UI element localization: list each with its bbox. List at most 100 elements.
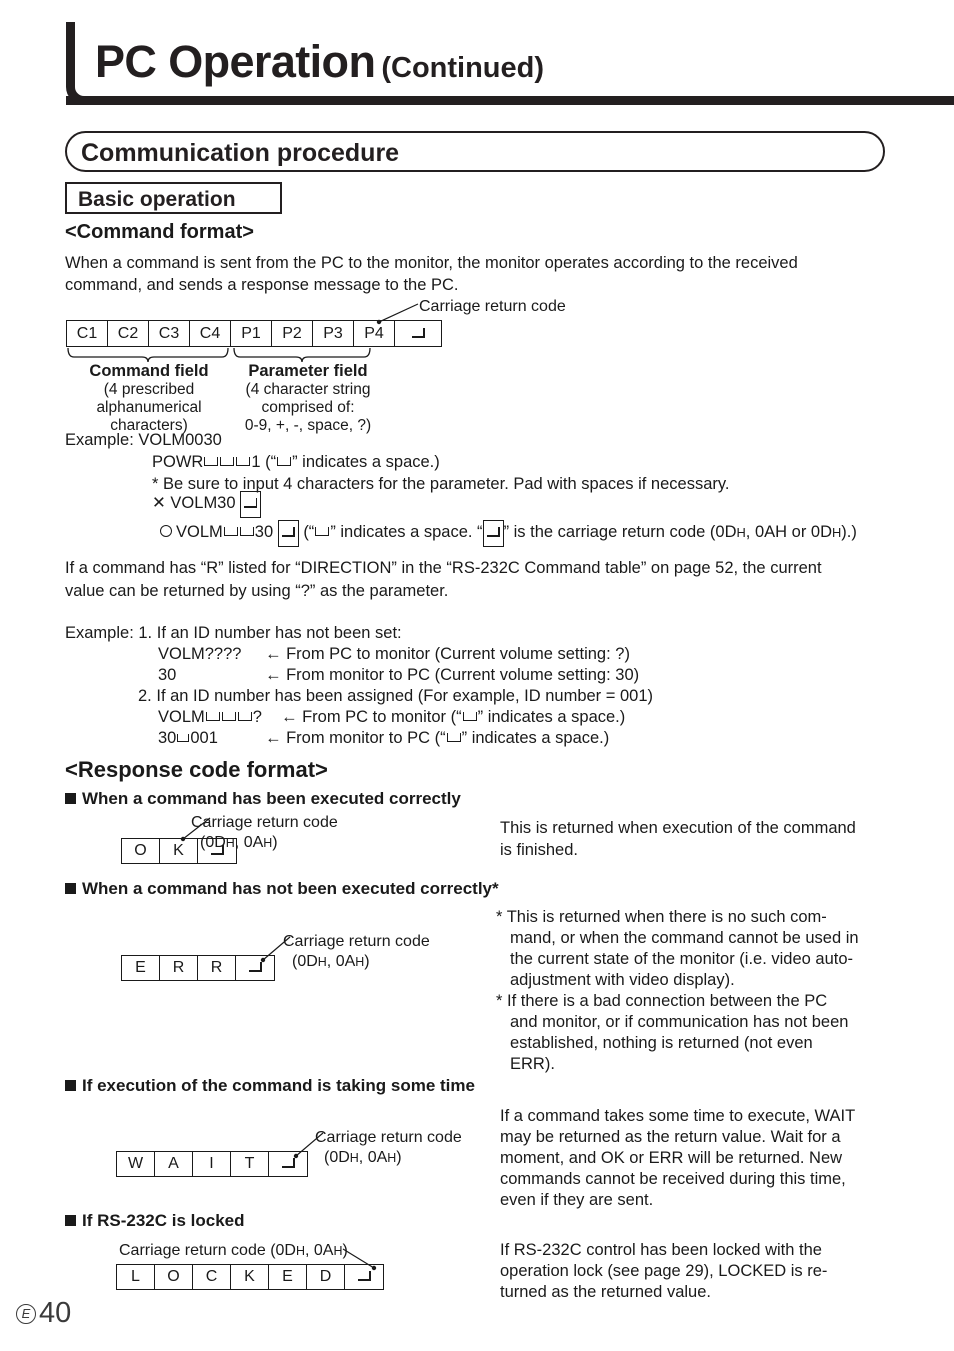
bad-example-value: VOLM30 (170, 494, 236, 512)
square-bullet-icon (65, 1215, 76, 1226)
response-section-title-locked: If RS-232C is locked (65, 1211, 245, 1231)
header-rule (66, 96, 954, 105)
ok-cell-o: O (122, 839, 160, 863)
powr-tail: ” indicates a space.) (292, 453, 440, 471)
wait-callout-hex-c: ) (396, 1149, 402, 1166)
good-mid: 30 (254, 523, 274, 541)
space-icon (204, 457, 219, 466)
square-bullet-icon (65, 883, 76, 894)
page-number: 40 (39, 1297, 72, 1329)
powr-suffix: 1 (“ (251, 453, 277, 471)
frame-cell-carriage-return (395, 321, 441, 346)
carriage-return-boxed-icon (277, 520, 299, 547)
response-box-err: E R R (121, 955, 275, 981)
page-title: PC Operation (Continued) (95, 36, 544, 88)
err-desc-line8: ERR). (510, 1055, 555, 1073)
good-prefix: VOLM (176, 523, 223, 541)
example-label: Example: (65, 431, 134, 449)
err-desc-line3: the current state of the monitor (i.e. v… (510, 950, 854, 968)
section-title-text: If execution of the command is taking so… (82, 1076, 475, 1095)
frame-cell-p1: P1 (231, 321, 272, 346)
wait-callout-line1: Carriage return code (315, 1129, 462, 1146)
command-format-intro-line2: command, and sends a response message to… (65, 276, 459, 294)
parameter-field-title: Parameter field (248, 362, 368, 380)
ok-desc-line2: is finished. (500, 841, 578, 859)
powr-example-line: POWR 1 (“ ” indicates a space.) (152, 451, 440, 473)
good-example-line: VOLM 30 (“ ” indicates a space. “ ” is the … (160, 519, 857, 547)
square-bullet-icon (65, 1080, 76, 1091)
id-example-row2-desc: ← From monitor to PC (Current volume set… (265, 666, 640, 684)
id-example-row2-cmd: 30 (158, 666, 177, 684)
response-format-heading: <Response code format> (65, 757, 328, 782)
err-desc-line5: * If there is a bad connection between t… (496, 992, 828, 1010)
err-desc-line1: * This is returned when there is no such… (496, 908, 827, 926)
parameter-field-line2: comprised of: (261, 399, 355, 416)
frame-cell-c2: C2 (108, 321, 149, 346)
good-mark-icon (160, 525, 172, 537)
wait-desc-line5: even if they are sent. (500, 1191, 654, 1209)
command-format-heading: <Command format> (65, 221, 254, 243)
wait-cell-carriage-return (269, 1152, 307, 1176)
space-icon (205, 712, 220, 721)
id-example-row1-desc: ← From PC to monitor (Current volume set… (265, 645, 630, 663)
carriage-return-boxed-icon (240, 491, 262, 518)
good-tail-1: (“ (303, 523, 315, 541)
id-example-item1-number: 1. (138, 624, 153, 642)
err-cell-e: E (122, 956, 160, 980)
id-example-item2-text: If an ID number has been assigned (For e… (156, 687, 653, 705)
command-field-title: Command field (89, 362, 209, 380)
good-tail-5: ).) (841, 523, 857, 541)
locked-cell-o: O (155, 1265, 193, 1289)
space-icon (177, 734, 190, 742)
locked-desc-line3: turned as the returned value. (500, 1283, 711, 1301)
locked-cell-c: C (193, 1265, 231, 1289)
space-icon (446, 733, 461, 742)
section-title-text: If RS-232C is locked (82, 1211, 245, 1230)
good-tail-3: ” is the carriage return code (0D (503, 523, 737, 541)
id-example-row4-cmd: 30 001 (158, 727, 218, 749)
ok-cell-k: K (160, 839, 198, 863)
row3-cmd-suffix: ? (252, 708, 262, 726)
row3-desc-a: ← From PC to monitor (“ (281, 708, 462, 726)
space-icon (236, 457, 251, 466)
space-icon (221, 712, 236, 721)
locked-callout-text: Carriage return code (0D (119, 1242, 296, 1259)
err-callout-line2: (0DH, 0AH) (292, 953, 370, 970)
frame-cell-p4: P4 (354, 321, 395, 346)
ok-desc-line1: This is returned when execution of the c… (500, 819, 856, 837)
id-example-heading: Example: 1. If an ID number has not been… (65, 622, 402, 644)
good-tail-4: , 0AH or 0D (745, 523, 832, 541)
err-desc-line6: and monitor, or if communication has not… (510, 1013, 849, 1031)
space-icon (220, 457, 235, 466)
id-example-row1-cmd: VOLM???? (158, 645, 242, 663)
wait-cell-w: W (117, 1152, 155, 1176)
err-callout-hex-c: ) (364, 953, 370, 970)
space-icon (239, 527, 254, 536)
row4-desc-b: ” indicates a space.) (461, 729, 610, 747)
command-field-line2: alphanumerical (96, 399, 202, 416)
wait-desc-line2: may be returned as the return value. Wai… (500, 1128, 841, 1146)
err-desc-line4: adjustment with video display). (510, 971, 735, 989)
bad-mark-icon: ✕ (152, 494, 166, 512)
space-icon (223, 527, 238, 536)
powr-prefix: POWR (152, 453, 204, 471)
err-cell-r1: R (160, 956, 198, 980)
space-icon (277, 457, 292, 466)
parameter-field-label: Parameter field (4 character string comp… (232, 362, 384, 435)
locked-callout-hex-b: , 0A (304, 1242, 334, 1259)
row3-desc-b: ” indicates a space.) (477, 708, 626, 726)
example-line: Example: VOLM0030 (65, 429, 222, 451)
carriage-return-callout: Carriage return code (419, 298, 566, 315)
page-footer: E 40 (16, 1297, 71, 1330)
command-frame-diagram: C1 C2 C3 C4 P1 P2 P3 P4 (66, 320, 442, 347)
wait-cell-t: T (231, 1152, 269, 1176)
id-example-row3-desc: ← From PC to monitor (“ ” indicates a spa… (281, 706, 625, 728)
carriage-return-icon (411, 327, 425, 338)
frame-cell-c4: C4 (190, 321, 231, 346)
err-cell-r2: R (198, 956, 236, 980)
space-icon (315, 527, 330, 536)
section-banner-communication-procedure: Communication procedure (65, 131, 885, 172)
row4-desc-a: ← From monitor to PC (“ (265, 729, 446, 747)
err-desc-line7: established, nothing is returned (not ev… (510, 1034, 813, 1052)
frame-cell-c3: C3 (149, 321, 190, 346)
